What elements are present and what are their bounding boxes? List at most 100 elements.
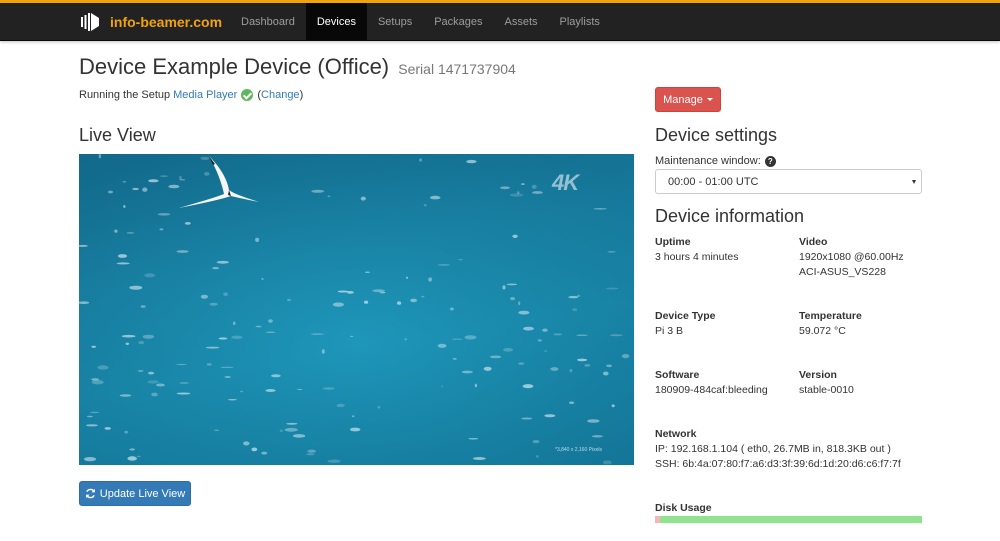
device-serial: Serial 1471737904 [398, 61, 516, 77]
nav-item-devices[interactable]: Devices [305, 3, 367, 41]
wave-highlight [179, 175, 182, 180]
wave-highlight [397, 301, 402, 305]
wave-highlight [364, 300, 369, 304]
live-view-heading: Live View [79, 125, 156, 145]
live-view-image: 4K *3,840 x 2,160 Pixels [79, 154, 634, 465]
wave-highlight [607, 251, 616, 253]
wave-highlight [200, 156, 210, 160]
wave-highlight [336, 403, 345, 408]
wave-highlight [587, 419, 600, 423]
wave-highlight [85, 424, 98, 427]
wave-highlight [104, 427, 111, 430]
maintenance-window-select[interactable]: 00:00 - 01:00 UTC [655, 169, 922, 194]
update-live-view-button[interactable]: Update Live View [79, 481, 191, 506]
wave-highlight [591, 435, 604, 438]
wave-highlight [350, 427, 361, 432]
wave-highlight [572, 308, 578, 312]
wave-highlight [140, 305, 146, 308]
wave-highlight [148, 179, 159, 183]
setup-link[interactable]: Media Player [173, 89, 237, 101]
wave-highlight [119, 394, 132, 397]
brand-link[interactable]: info-beamer.com [80, 3, 222, 41]
wave-highlight [522, 384, 534, 389]
wave-highlight [310, 333, 324, 335]
wave-highlight [91, 380, 104, 385]
wave-highlight [576, 334, 588, 336]
video-monitor-value: ACI-ASUS_VS228 [799, 266, 886, 278]
wave-highlight [584, 364, 591, 367]
wave-highlight [306, 453, 315, 456]
wave-highlight [206, 363, 212, 366]
wave-highlight [116, 262, 130, 265]
wave-highlight [450, 307, 454, 311]
manage-dropdown-button[interactable]: Manage [655, 87, 721, 112]
wave-highlight [126, 232, 135, 234]
temperature-value: 59.072 °C [799, 325, 846, 337]
wave-highlight [218, 337, 228, 340]
wave-highlight [350, 335, 354, 337]
nav-item-playlists[interactable]: Playlists [549, 3, 611, 41]
wave-highlight [179, 382, 190, 384]
manage-label: Manage [663, 93, 703, 106]
wave-highlight [125, 342, 130, 345]
wave-highlight [124, 430, 129, 434]
wave-highlight [212, 267, 220, 270]
wave-highlight [537, 339, 542, 342]
device-information-heading: Device information [655, 206, 805, 226]
wave-highlight [593, 208, 607, 210]
wave-highlight [261, 451, 268, 455]
page-title: Device Example Device (Office) Serial 14… [79, 54, 516, 80]
version-value: stable-0010 [799, 384, 854, 396]
uptime-value: 3 hours 4 minutes [655, 251, 739, 263]
wave-highlight [307, 449, 316, 453]
nav-item-packages[interactable]: Packages [423, 3, 493, 41]
change-setup-link[interactable]: Change [261, 89, 300, 101]
wave-highlight [609, 334, 623, 337]
wave-highlight [327, 195, 331, 197]
network-ssh-value: SSH: 6b:4a:07:80:f7:a6:d3:3f:39:6d:1d:20… [655, 458, 901, 470]
wave-highlight [209, 302, 218, 306]
wave-highlight [437, 264, 451, 266]
wave-highlight [419, 158, 422, 162]
wave-highlight [176, 392, 191, 395]
4k-badge: 4K [552, 170, 579, 195]
wave-highlight [483, 366, 492, 371]
wave-highlight [286, 422, 298, 425]
wave-highlight [421, 295, 425, 298]
question-circle-icon[interactable]: ? [764, 155, 776, 167]
wave-highlight [255, 325, 262, 328]
wave-highlight [243, 441, 250, 446]
wave-highlight [157, 213, 171, 216]
resolution-note: *3,840 x 2,160 Pixels [555, 447, 602, 453]
wave-highlight [536, 455, 539, 458]
top-navbar: info-beamer.com Dashboard Devices Setups… [0, 0, 1000, 41]
wave-highlight [577, 358, 588, 362]
maintenance-window-value: 00:00 - 01:00 UTC [668, 175, 759, 188]
wave-highlight [223, 292, 229, 296]
wave-highlight [123, 205, 126, 208]
paren-close: ) [299, 89, 304, 101]
wave-highlight [503, 348, 514, 352]
wave-highlight [159, 175, 168, 177]
wave-highlight [136, 455, 141, 458]
nav-item-dashboard[interactable]: Dashboard [230, 3, 306, 41]
wave-highlight [603, 371, 609, 376]
wave-highlight [117, 254, 128, 258]
wave-highlight [137, 370, 144, 372]
nav-item-setups[interactable]: Setups [367, 3, 423, 41]
wave-highlight [332, 302, 344, 307]
device-title: Device Example Device (Office) [79, 54, 390, 79]
wave-highlight [521, 183, 525, 185]
wave-highlight [168, 184, 180, 189]
main-nav: Dashboard Devices Setups Packages Assets… [230, 3, 611, 41]
wave-highlight [410, 298, 417, 303]
wave-highlight [510, 297, 516, 301]
wave-highlight [220, 366, 234, 368]
wave-highlight [98, 154, 102, 159]
wave-highlight [379, 291, 386, 294]
wave-highlight [468, 438, 479, 440]
wave-highlight [544, 350, 548, 352]
nav-item-assets[interactable]: Assets [494, 3, 549, 41]
wave-highlight [132, 187, 140, 191]
wave-highlight [232, 321, 236, 326]
